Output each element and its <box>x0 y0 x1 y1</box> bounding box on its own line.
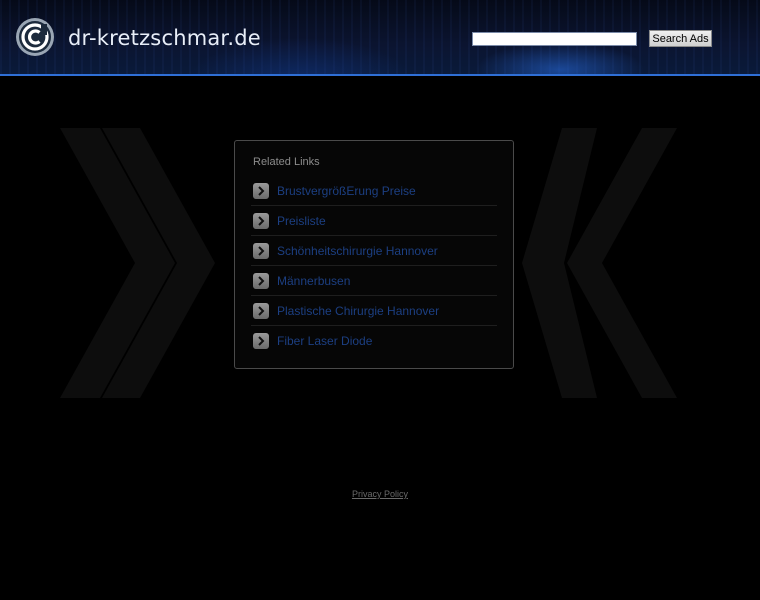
footer: Privacy Policy <box>0 489 760 499</box>
chevron-right-icon <box>253 332 269 349</box>
site-title[interactable]: dr-kretzschmar.de <box>68 26 261 50</box>
related-link-item[interactable]: Fiber Laser Diode <box>251 326 497 355</box>
related-links-title: Related Links <box>253 156 320 168</box>
search-ads-button[interactable]: Search Ads <box>649 30 712 47</box>
chevron-right-icon <box>253 212 269 229</box>
related-links-list: BrustvergrößErung Preise Preisliste Schö… <box>251 176 497 355</box>
related-link-label[interactable]: Fiber Laser Diode <box>277 334 372 348</box>
related-link-label[interactable]: Plastische Chirurgie Hannover <box>277 304 439 318</box>
chevron-right-icon <box>253 242 269 259</box>
privacy-policy-link[interactable]: Privacy Policy <box>352 489 408 499</box>
chevron-right-icon <box>253 272 269 289</box>
related-link-label[interactable]: Schönheitschirurgie Hannover <box>277 244 438 258</box>
related-link-item[interactable]: Preisliste <box>251 206 497 236</box>
chevron-right-icon <box>253 302 269 319</box>
decorative-chevron-left <box>60 128 215 398</box>
decorative-chevron-right <box>522 128 677 398</box>
chevron-right-icon <box>253 182 269 199</box>
header-divider <box>0 74 760 76</box>
related-links-panel: Related Links BrustvergrößErung Preise P… <box>234 140 514 369</box>
related-link-label[interactable]: BrustvergrößErung Preise <box>277 184 416 198</box>
search-input[interactable] <box>472 32 637 46</box>
circle-target-logo-icon[interactable] <box>15 17 55 57</box>
header-bar: dr-kretzschmar.de Search Ads <box>0 0 760 74</box>
related-link-item[interactable]: Plastische Chirurgie Hannover <box>251 296 497 326</box>
related-link-item[interactable]: BrustvergrößErung Preise <box>251 176 497 206</box>
related-link-label[interactable]: Preisliste <box>277 214 326 228</box>
related-link-label[interactable]: Männerbusen <box>277 274 350 288</box>
related-link-item[interactable]: Schönheitschirurgie Hannover <box>251 236 497 266</box>
related-link-item[interactable]: Männerbusen <box>251 266 497 296</box>
